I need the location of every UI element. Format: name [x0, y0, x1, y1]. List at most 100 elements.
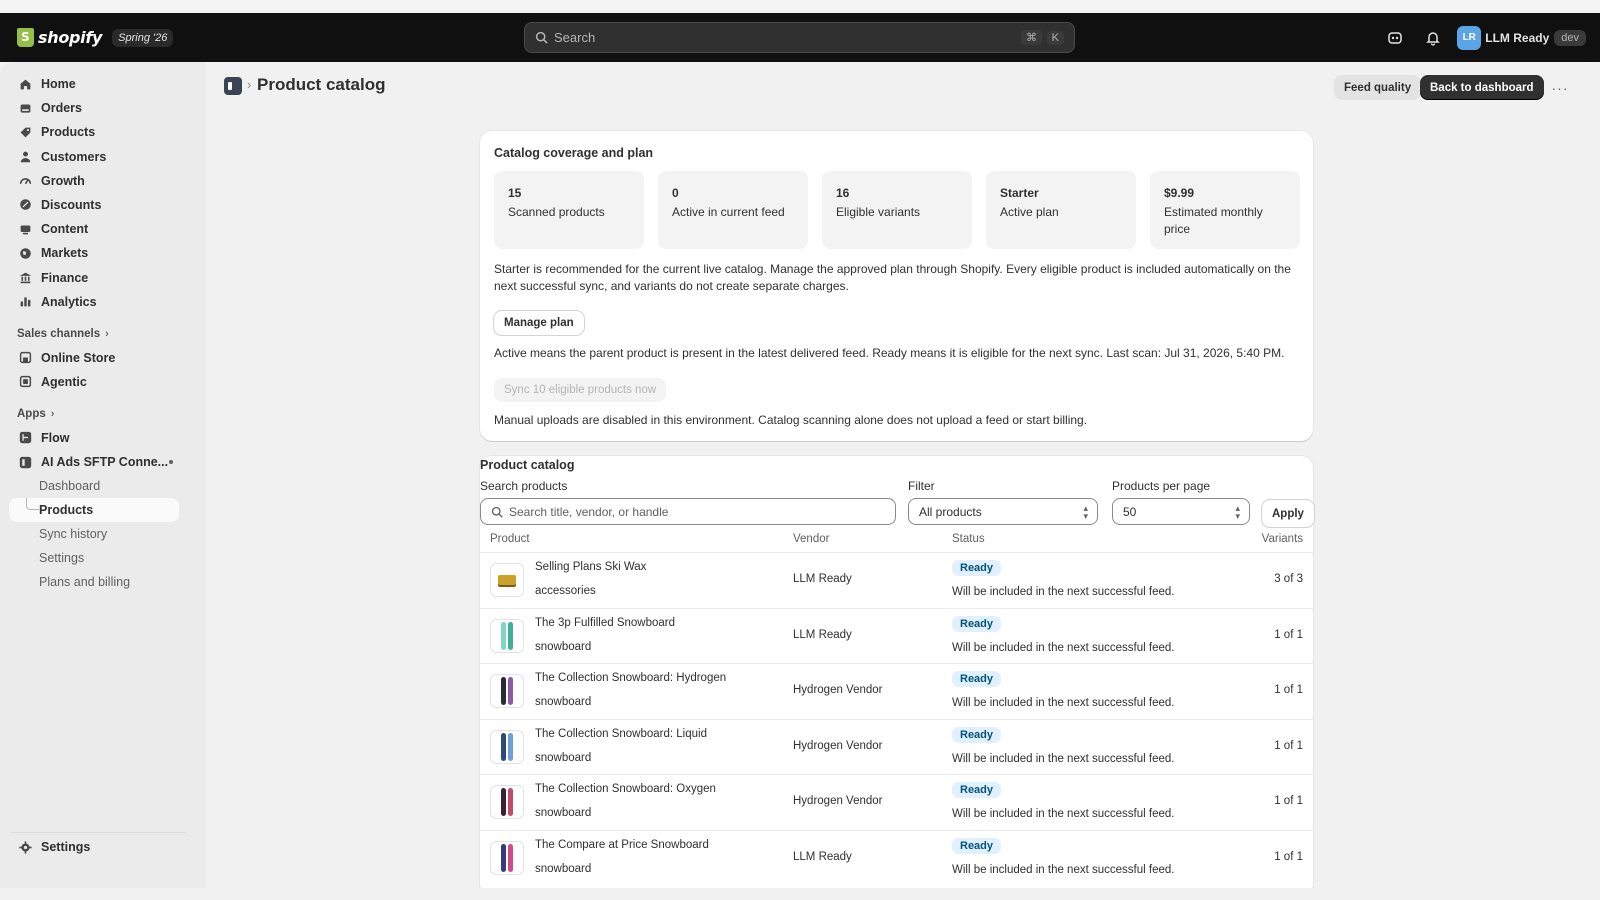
more-actions-icon[interactable]: ··· — [1548, 76, 1572, 100]
product-type: snowboard — [535, 807, 592, 820]
sidebar-item-customers[interactable]: Customers — [0, 145, 206, 169]
home-icon — [18, 77, 32, 91]
sidebar-subitem-settings[interactable]: Settings — [0, 546, 206, 570]
stat-value: $9.99 — [1164, 186, 1195, 200]
table-row[interactable]: The Collection Snowboard: Hydrogen snowb… — [480, 663, 1313, 719]
sync-now-button[interactable]: Sync 10 eligible products now — [494, 378, 667, 402]
sidebar-item-label: Content — [41, 222, 89, 237]
sidebar-item-settings[interactable]: Settings — [0, 835, 206, 859]
app-icon[interactable] — [224, 77, 242, 95]
bank-icon — [18, 271, 32, 285]
product-title[interactable]: The Collection Snowboard: Hydrogen — [535, 672, 726, 684]
table-row[interactable]: The Collection Snowboard: Oxygen snowboa… — [480, 774, 1313, 830]
sales-channels-heading[interactable]: Sales channels › — [0, 322, 206, 346]
page-title: Product catalog — [257, 75, 386, 94]
chevron-right-icon: › — [247, 77, 252, 92]
search-icon — [491, 506, 503, 518]
variant-count: 1 of 1 — [1274, 684, 1303, 697]
sidebar-item-label: Growth — [41, 173, 85, 188]
sidebar-item-markets[interactable]: Markets — [0, 241, 206, 265]
sidebar-item-products[interactable]: Products — [0, 120, 206, 144]
product-vendor: Hydrogen Vendor — [793, 795, 883, 808]
snowboard-image — [501, 788, 506, 817]
sidebar-item-home[interactable]: Home — [0, 72, 206, 96]
product-thumbnail[interactable] — [490, 729, 524, 764]
shortcut-cmd: ⌘ — [1021, 30, 1042, 45]
feed-quality-button[interactable]: Feed quality — [1334, 75, 1422, 100]
snowboard-image — [508, 843, 513, 872]
product-thumbnail[interactable] — [490, 618, 524, 653]
store-name[interactable]: LLM Ready — [1485, 31, 1549, 45]
product-thumbnail[interactable] — [490, 674, 524, 709]
product-search-input[interactable]: Search title, vendor, or handle — [480, 498, 896, 525]
back-to-dashboard-button[interactable]: Back to dashboard — [1420, 75, 1544, 100]
sidebar-item-analytics[interactable]: Analytics — [0, 290, 206, 314]
sidebar-item-content[interactable]: Content — [0, 217, 206, 241]
stat-value: 0 — [672, 186, 679, 200]
apply-button[interactable]: Apply — [1262, 500, 1314, 527]
sidebar-subitem-dashboard[interactable]: Dashboard — [0, 474, 206, 498]
product-title[interactable]: The Compare at Price Snowboard — [535, 839, 709, 851]
main-content: › Product catalog Feed quality Back to d… — [206, 62, 1600, 888]
variant-count: 1 of 1 — [1274, 795, 1303, 808]
table-header: Product Vendor Status Variants — [480, 528, 1313, 552]
pin-dot-icon[interactable] — [169, 460, 173, 465]
global-search[interactable]: Search ⌘ K — [524, 22, 1075, 53]
sidebar-item-label: Customers — [41, 149, 107, 164]
filter-select[interactable]: All products ▴ ▾ — [908, 498, 1098, 525]
table-row[interactable]: Selling Plans Ski Wax accessories LLM Re… — [480, 552, 1313, 608]
product-thumbnail[interactable] — [490, 563, 524, 597]
product-title[interactable]: The 3p Fulfilled Snowboard — [535, 617, 675, 629]
plan-recommendation-text: Starter is recommended for the current l… — [494, 262, 1291, 293]
stat-scanned: 15 Scanned products — [494, 171, 644, 249]
edition-badge[interactable]: Spring '26 — [112, 28, 174, 47]
sidebar-item-label: Finance — [41, 270, 89, 285]
sidebar-item-online-store[interactable]: Online Store — [0, 346, 206, 370]
snowboard-image — [501, 677, 506, 706]
sidebar-subitem-products[interactable]: Products — [9, 498, 179, 523]
sidebar-item-orders[interactable]: Orders — [0, 96, 206, 120]
table-row[interactable]: The Compare at Price Snowboard snowboard… — [480, 829, 1313, 886]
sidebar-item-label: Analytics — [41, 294, 97, 309]
product-vendor: LLM Ready — [793, 573, 852, 585]
per-page-select[interactable]: 50 ▴ ▾ — [1112, 498, 1250, 525]
product-thumbnail[interactable] — [490, 840, 524, 875]
select-arrows-icon: ▴ ▾ — [1083, 503, 1088, 521]
snowboard-image — [501, 843, 506, 872]
product-title[interactable]: The Collection Snowboard: Oxygen — [535, 783, 716, 795]
sidebar-item-label: Discounts — [41, 197, 102, 212]
product-vendor: Hydrogen Vendor — [793, 684, 883, 697]
product-title[interactable]: Selling Plans Ski Wax — [535, 561, 646, 573]
per-page-label: Products per page — [1112, 479, 1211, 493]
admin-topbar: shopify Spring '26 Search ⌘ K LR LLM Rea… — [0, 13, 1600, 62]
sidekick-icon[interactable] — [1381, 24, 1409, 52]
sidebar-item-growth[interactable]: Growth — [0, 169, 206, 193]
sidebar-item-finance[interactable]: Finance — [0, 266, 206, 290]
product-thumbnail[interactable] — [490, 785, 524, 820]
chevron-right-icon: › — [105, 327, 109, 340]
avatar[interactable]: LR — [1457, 25, 1482, 50]
bell-icon[interactable] — [1419, 24, 1447, 52]
apps-heading[interactable]: Apps › — [0, 402, 206, 426]
content-icon — [18, 222, 32, 236]
sidebar-subitem-plans-billing[interactable]: Plans and billing — [0, 570, 206, 594]
status-note: Will be included in the next successful … — [952, 641, 1175, 654]
stat-active: 0 Active in current feed — [658, 171, 808, 249]
sidebar-item-agentic[interactable]: Agentic — [0, 370, 206, 394]
catalog-title: Product catalog — [480, 458, 575, 472]
table-row[interactable]: The 3p Fulfilled Snowboard snowboard LLM… — [480, 607, 1313, 664]
sidebar-item-discounts[interactable]: Discounts — [0, 193, 206, 217]
status-badge: Ready — [952, 615, 1002, 632]
stat-label: Active plan — [1000, 205, 1059, 219]
snowboard-image — [508, 732, 513, 761]
snowboard-image — [508, 621, 513, 650]
sidebar-subitem-sync-history[interactable]: Sync history — [0, 522, 206, 546]
sidebar-item-ai-ads-app[interactable]: AI Ads SFTP Conne... — [0, 450, 206, 474]
table-row[interactable]: The Collection Snowboard: Liquid snowboa… — [480, 718, 1313, 775]
shopify-logo[interactable]: shopify — [17, 28, 102, 47]
sidebar-item-flow[interactable]: Flow — [0, 426, 206, 450]
variant-count: 1 of 1 — [1274, 628, 1303, 641]
product-title[interactable]: The Collection Snowboard: Liquid — [535, 728, 707, 740]
status-badge: Ready — [952, 837, 1002, 854]
manage-plan-button[interactable]: Manage plan — [494, 311, 584, 335]
